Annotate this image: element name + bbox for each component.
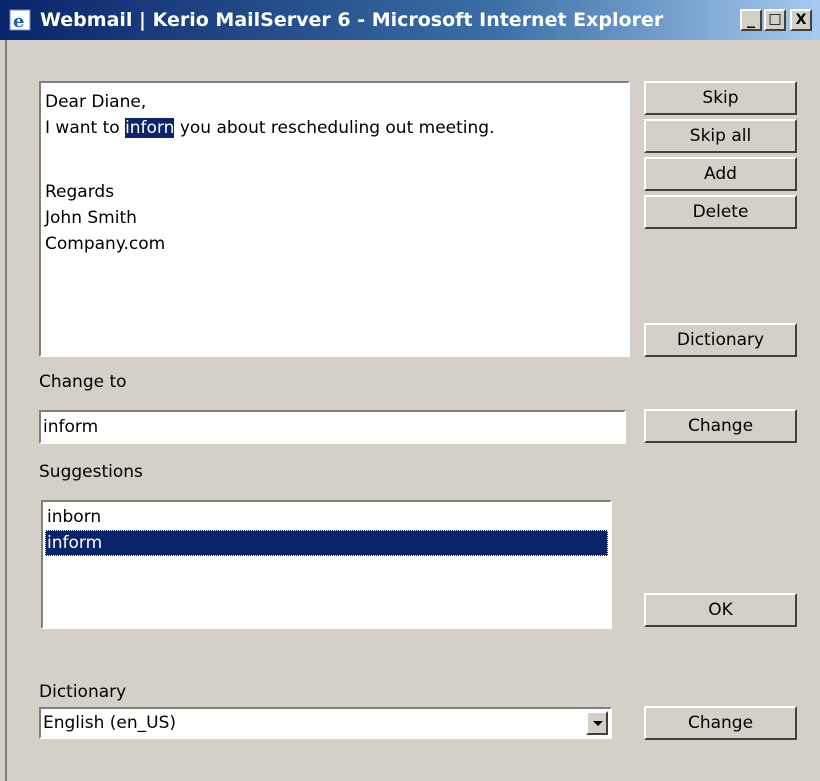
- suggestions-list[interactable]: inborn inform: [41, 500, 612, 629]
- change-to-label: Change to: [39, 372, 127, 392]
- skip-button[interactable]: Skip: [644, 81, 797, 115]
- dictionary-select[interactable]: English (en_US): [39, 707, 612, 739]
- change-button[interactable]: Change: [644, 409, 797, 443]
- suggestion-item-selected[interactable]: inform: [45, 530, 608, 556]
- dropdown-arrow-icon[interactable]: [586, 711, 608, 735]
- message-line: John Smith: [45, 208, 137, 228]
- dictionary-label: Dictionary: [39, 682, 127, 702]
- title-bar[interactable]: e Webmail | Kerio MailServer 6 - Microso…: [0, 0, 820, 40]
- message-text-area[interactable]: Dear Diane, I want to inforn you about r…: [39, 81, 630, 357]
- delete-button[interactable]: Delete: [644, 195, 797, 229]
- message-line-misspelled: I want to inforn you about rescheduling …: [45, 115, 624, 141]
- skip-all-button[interactable]: Skip all: [644, 119, 797, 153]
- add-button[interactable]: Add: [644, 157, 797, 191]
- message-text: you about rescheduling out meeting.: [174, 118, 495, 138]
- message-line: Regards: [45, 182, 115, 202]
- ok-button[interactable]: OK: [644, 593, 797, 627]
- change-to-input[interactable]: inform: [39, 410, 626, 444]
- dictionary-selected-value: English (en_US): [43, 713, 177, 733]
- spellcheck-window: e Webmail | Kerio MailServer 6 - Microso…: [0, 0, 820, 781]
- suggestions-label: Suggestions: [39, 462, 143, 482]
- misspelled-word-highlight: inforn: [125, 118, 175, 138]
- close-button[interactable]: X: [790, 9, 812, 31]
- message-text: I want to: [45, 118, 126, 138]
- minimize-button[interactable]: _: [740, 9, 762, 31]
- svg-text:e: e: [13, 11, 24, 32]
- message-line: Company.com: [45, 234, 166, 254]
- suggestion-item[interactable]: inborn: [45, 504, 608, 530]
- maximize-button[interactable]: □: [764, 9, 786, 31]
- message-line: Dear Diane,: [45, 92, 147, 112]
- dictionary-change-button[interactable]: Change: [644, 706, 797, 740]
- dictionary-button[interactable]: Dictionary: [644, 323, 797, 357]
- ie-icon: e: [9, 9, 31, 32]
- window-title: Webmail | Kerio MailServer 6 - Microsoft…: [40, 9, 664, 31]
